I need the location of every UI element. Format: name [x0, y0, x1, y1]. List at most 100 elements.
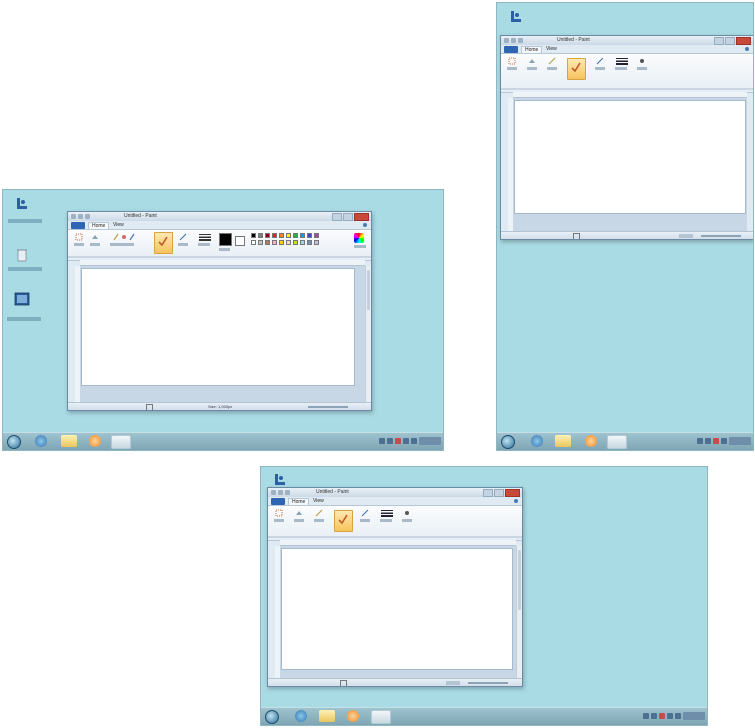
tray-icon[interactable]: [667, 713, 673, 719]
start-button[interactable]: [7, 435, 21, 449]
computer-icon[interactable]: [272, 473, 288, 487]
minimize-button[interactable]: [332, 213, 342, 221]
colors-button[interactable]: [402, 509, 412, 522]
shapes-tool[interactable]: [360, 509, 370, 522]
brushes-button[interactable]: [567, 58, 586, 80]
image-tool[interactable]: [294, 509, 304, 522]
quick-access-toolbar[interactable]: [504, 38, 530, 43]
color-swatch[interactable]: [314, 240, 319, 245]
media-player-icon[interactable]: [585, 435, 597, 447]
recycle-bin-icon[interactable]: [14, 247, 30, 262]
tray-icon[interactable]: [379, 438, 385, 444]
minimize-button[interactable]: [714, 37, 724, 45]
start-button[interactable]: [501, 435, 515, 449]
tray-icon[interactable]: [713, 438, 719, 444]
color-swatch[interactable]: [300, 233, 305, 238]
color1-button[interactable]: [219, 233, 232, 251]
brushes-button[interactable]: [154, 232, 173, 254]
paint-taskbar-button[interactable]: [111, 435, 131, 449]
zoom-slider[interactable]: [468, 682, 508, 684]
tab-view[interactable]: View: [110, 222, 127, 229]
vertical-scrollbar[interactable]: [516, 546, 522, 678]
ie-icon[interactable]: [295, 710, 307, 722]
close-button[interactable]: [736, 37, 751, 45]
color-swatch[interactable]: [258, 233, 263, 238]
drawing-canvas[interactable]: [281, 548, 513, 670]
zoom-slider[interactable]: [701, 235, 741, 237]
tray-icon[interactable]: [403, 438, 409, 444]
color2-button[interactable]: [235, 233, 245, 246]
tools-group[interactable]: [547, 57, 557, 70]
quick-access-toolbar[interactable]: [271, 490, 297, 495]
maximize-button[interactable]: [494, 489, 504, 497]
shapes-tool[interactable]: [595, 57, 605, 70]
maximize-button[interactable]: [725, 37, 735, 45]
color-swatch[interactable]: [265, 240, 270, 245]
paint-taskbar-button[interactable]: [607, 435, 627, 449]
image-tool[interactable]: [90, 233, 100, 246]
file-menu-button[interactable]: [71, 222, 85, 229]
color-swatch[interactable]: [272, 240, 277, 245]
folder-icon[interactable]: [61, 435, 77, 447]
clock[interactable]: [683, 712, 705, 720]
help-icon[interactable]: [363, 223, 367, 227]
minimize-button[interactable]: [483, 489, 493, 497]
close-button[interactable]: [505, 489, 520, 497]
media-player-icon[interactable]: [347, 710, 359, 722]
vertical-scrollbar[interactable]: [365, 266, 371, 402]
color-swatch[interactable]: [293, 233, 298, 238]
tray-icon[interactable]: [651, 713, 657, 719]
color-swatch[interactable]: [279, 233, 284, 238]
scrollbar-thumb[interactable]: [518, 550, 521, 610]
color-swatch[interactable]: [286, 240, 291, 245]
tools-group[interactable]: [314, 509, 324, 522]
color-swatch[interactable]: [258, 240, 263, 245]
scrollbar-thumb[interactable]: [367, 270, 370, 310]
tab-view[interactable]: View: [310, 498, 327, 505]
image-tool[interactable]: [527, 57, 537, 70]
color-swatch[interactable]: [272, 233, 277, 238]
folder-icon[interactable]: [555, 435, 571, 447]
color-swatch[interactable]: [300, 240, 305, 245]
select-tool[interactable]: [507, 57, 517, 70]
paint-taskbar-button[interactable]: [371, 710, 391, 724]
colors-button[interactable]: [637, 57, 647, 70]
edit-colors-button[interactable]: [354, 233, 366, 248]
color-swatch[interactable]: [307, 240, 312, 245]
tray-icon[interactable]: [643, 713, 649, 719]
color-swatch[interactable]: [265, 233, 270, 238]
maximize-button[interactable]: [343, 213, 353, 221]
tray-icon[interactable]: [705, 438, 711, 444]
drawing-canvas[interactable]: [514, 100, 746, 214]
size-tool[interactable]: [615, 57, 629, 70]
close-button[interactable]: [354, 213, 369, 221]
quick-access-toolbar[interactable]: [71, 214, 97, 219]
tools-group[interactable]: [110, 233, 138, 246]
computer-icon[interactable]: [14, 197, 30, 211]
select-tool[interactable]: [274, 509, 284, 522]
ie-icon[interactable]: [531, 435, 543, 447]
size-tool[interactable]: [380, 509, 394, 522]
file-menu-button[interactable]: [271, 498, 285, 505]
start-button[interactable]: [265, 710, 279, 724]
file-menu-button[interactable]: [504, 46, 518, 53]
clock[interactable]: [419, 437, 441, 445]
color-swatch[interactable]: [251, 240, 256, 245]
shapes-tool[interactable]: [178, 233, 188, 246]
color-swatch[interactable]: [314, 233, 319, 238]
help-icon[interactable]: [514, 499, 518, 503]
tray-icon[interactable]: [721, 438, 727, 444]
size-tool[interactable]: [198, 233, 212, 246]
tray-icon[interactable]: [411, 438, 417, 444]
tray-icon[interactable]: [697, 438, 703, 444]
tray-icon[interactable]: [395, 438, 401, 444]
clock[interactable]: [729, 437, 751, 445]
media-player-icon[interactable]: [89, 435, 101, 447]
color-swatch[interactable]: [307, 233, 312, 238]
computer-icon[interactable]: [508, 10, 524, 24]
color-swatch[interactable]: [279, 240, 284, 245]
select-tool[interactable]: [74, 233, 84, 246]
tray-icon[interactable]: [387, 438, 393, 444]
drawing-canvas[interactable]: [81, 268, 355, 386]
zoom-slider[interactable]: [308, 406, 348, 408]
